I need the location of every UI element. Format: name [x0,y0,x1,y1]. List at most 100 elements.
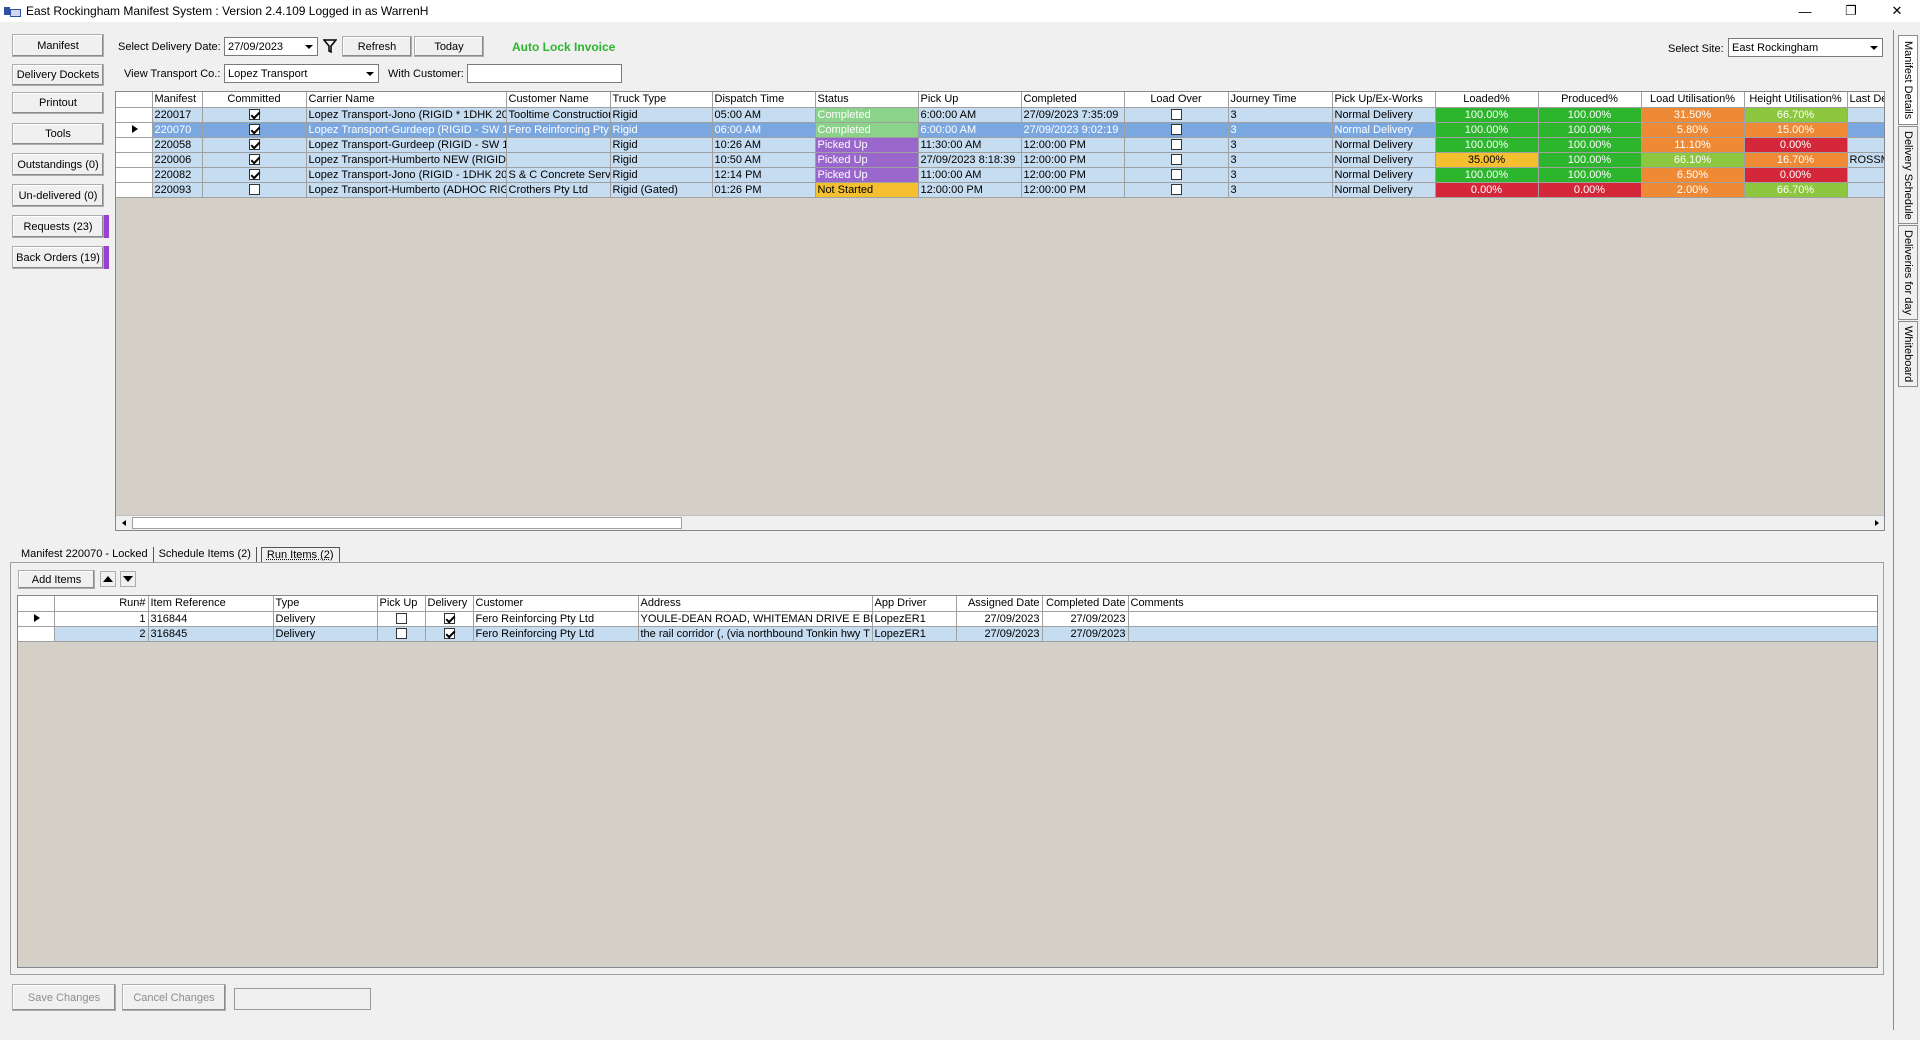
column-header[interactable]: Load Over [1124,92,1229,108]
refresh-button[interactable]: Refresh [342,36,412,57]
load-over-checkbox[interactable] [1170,184,1182,196]
column-header[interactable]: Manifest [152,92,203,108]
restore-button[interactable]: ❐ [1828,0,1874,22]
column-header[interactable]: App Driver [872,596,957,612]
tab-manifest-locked[interactable]: Manifest 220070 - Locked [16,547,154,563]
tab-deliveries-for-day[interactable]: Deliveries for day [1898,225,1918,320]
transport-select[interactable]: Lopez Transport [224,64,379,83]
manifest-horizontal-scrollbar[interactable] [116,515,1884,530]
committed-checkbox[interactable] [248,169,260,181]
column-header[interactable]: Truck Type [610,92,713,108]
close-button[interactable]: ✕ [1874,0,1920,22]
delivery-checkbox[interactable] [443,628,455,640]
column-header[interactable]: Journey Time [1228,92,1333,108]
row-header[interactable] [116,182,153,198]
tools-button[interactable]: Tools [12,123,104,145]
table-row[interactable]: 220082 Lopez Transport-Jono (RIGID - 1DHK… [116,167,1884,183]
table-row[interactable]: 220070 Lopez Transport-Gurdeep (RIGID - S… [116,122,1884,138]
load-over-checkbox[interactable] [1170,109,1182,121]
column-header[interactable]: Dispatch Time [712,92,816,108]
column-header[interactable]: Pick Up/Ex-Works [1332,92,1436,108]
column-header[interactable]: Run# [54,596,149,612]
delivery-checkbox[interactable] [443,613,455,625]
chevron-down-icon[interactable] [302,39,316,54]
manifest-button[interactable]: Manifest [12,34,104,57]
column-header[interactable]: Address [638,596,873,612]
tab-manifest-details[interactable]: Manifest Details [1898,35,1918,125]
tab-run-items[interactable]: Run Items (2) [260,547,340,563]
cancel-changes-button[interactable]: Cancel Changes [122,984,226,1011]
row-header[interactable] [116,137,153,153]
undelivered-button[interactable]: Un-delivered (0) [12,184,104,207]
printout-button[interactable]: Printout [12,92,104,114]
committed-checkbox[interactable] [248,124,260,136]
auto-lock-invoice-label[interactable]: Auto Lock Invoice [512,40,615,54]
table-row[interactable]: 1 316844 Delivery Fero Reinforcing Pty Ltd Y… [18,611,1877,627]
row-header[interactable] [116,122,153,138]
load-over-checkbox[interactable] [1170,169,1182,181]
column-header[interactable]: Carrier Name [306,92,507,108]
pickup-checkbox[interactable] [395,613,407,625]
row-header[interactable] [18,611,55,627]
outstandings-button[interactable]: Outstandings (0) [12,153,104,176]
column-header[interactable]: Item Reference [148,596,274,612]
row-header[interactable] [116,152,153,168]
table-row[interactable]: 220017 Lopez Transport-Jono (RIGID * 1DHK… [116,107,1884,123]
column-header[interactable]: Delivery [425,596,474,612]
add-items-button[interactable]: Add Items [18,570,95,589]
scroll-left-icon[interactable] [116,516,131,530]
move-down-icon[interactable] [120,571,136,587]
minimize-button[interactable]: — [1782,0,1828,22]
chevron-down-icon[interactable] [1867,40,1881,55]
column-header[interactable]: Customer [473,596,639,612]
customer-input[interactable] [467,64,622,83]
column-header[interactable]: Customer Name [506,92,611,108]
row-header[interactable] [116,167,153,183]
row-header[interactable] [116,107,153,123]
row-header[interactable] [18,626,55,642]
committed-checkbox[interactable] [248,154,260,166]
pickup-checkbox[interactable] [395,628,407,640]
column-header[interactable]: Completed Date [1042,596,1129,612]
column-header[interactable]: Load Utilisation% [1641,92,1745,108]
load-over-checkbox[interactable] [1170,139,1182,151]
filter-icon[interactable] [321,37,339,55]
column-header[interactable]: Completed [1021,92,1125,108]
scroll-thumb[interactable] [132,517,682,529]
tab-whiteboard[interactable]: Whiteboard [1898,321,1918,387]
table-row[interactable]: 2 316845 Delivery Fero Reinforcing Pty Ltd t… [18,626,1877,642]
cell-comments[interactable] [1128,611,1877,627]
chevron-down-icon[interactable] [363,66,377,81]
scroll-right-icon[interactable] [1869,516,1884,530]
cell-comments[interactable] [1128,626,1877,642]
save-changes-button[interactable]: Save Changes [12,984,116,1011]
load-over-checkbox[interactable] [1170,154,1182,166]
table-row[interactable]: 220006 Lopez Transport-Humberto NEW (RIGI… [116,152,1884,168]
load-over-checkbox[interactable] [1170,124,1182,136]
column-header[interactable]: Assigned Date [956,596,1043,612]
tab-schedule-items[interactable]: Schedule Items (2) [154,547,257,563]
committed-checkbox[interactable] [248,184,260,196]
committed-checkbox[interactable] [248,139,260,151]
move-up-icon[interactable] [100,571,116,587]
committed-checkbox[interactable] [248,109,260,121]
column-header[interactable]: Height Utilisation% [1744,92,1848,108]
delivery-dockets-button[interactable]: Delivery Dockets [12,64,104,86]
table-row[interactable]: 220058 Lopez Transport-Gurdeep (RIGID - S… [116,137,1884,153]
today-button[interactable]: Today [414,36,484,57]
back-orders-button[interactable]: Back Orders (19) [12,246,104,269]
delivery-date-picker[interactable]: 27/09/2023 [224,37,318,56]
column-header[interactable]: Pick Up [377,596,426,612]
table-row[interactable]: 220093 Lopez Transport-Humberto (ADHOC RI… [116,182,1884,198]
column-header[interactable]: Loaded% [1435,92,1539,108]
column-header[interactable]: Type [273,596,378,612]
column-header[interactable]: Status [815,92,919,108]
column-header[interactable]: Last Deli [1847,92,1884,108]
requests-button[interactable]: Requests (23) [12,215,104,238]
column-header[interactable]: Produced% [1538,92,1642,108]
column-header[interactable]: Pick Up [918,92,1022,108]
site-select[interactable]: East Rockingham [1728,38,1883,57]
tab-delivery-schedule[interactable]: Delivery Schedule [1898,126,1918,224]
column-header[interactable]: Comments [1128,596,1877,612]
column-header[interactable]: Committed [202,92,307,108]
